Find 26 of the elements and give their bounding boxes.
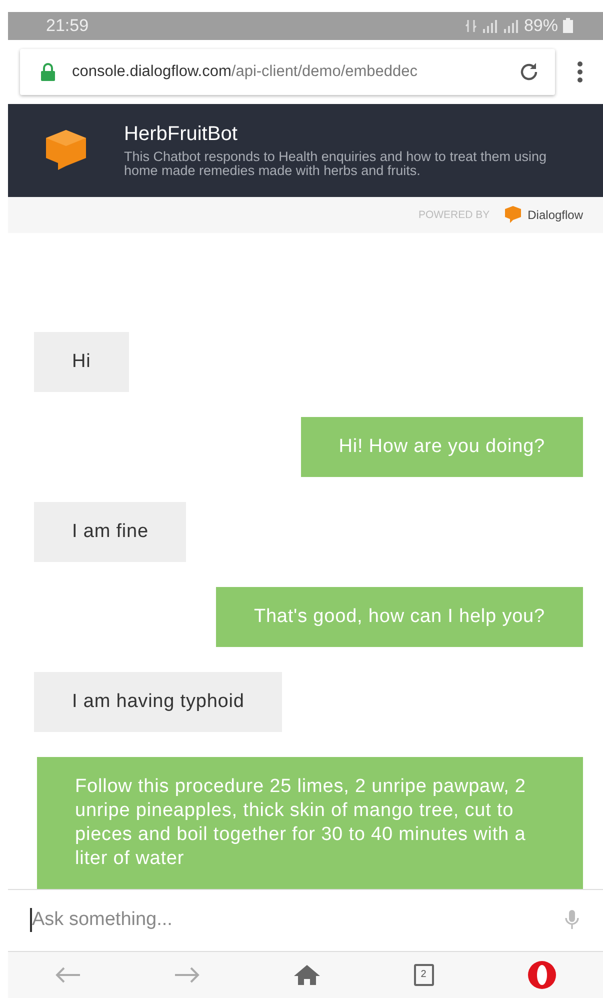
powered-by-label: POWERED BY [418,208,490,221]
signal-icon [502,18,519,33]
dialogflow-logo-icon [504,205,522,224]
clock-time: 21:59 [46,16,89,36]
bot-description: This Chatbot responds to Health enquiries and how to treat them using home made remedies made with herbs and fruits. [124,150,548,178]
bot-name: HerbFruitBot [124,122,238,146]
bot-message: That's good, how can I help you? [216,586,583,647]
battery-level: 89% [524,16,558,36]
network-type-icon [464,18,477,33]
chat-cube-icon [44,128,88,172]
user-message: Hi [34,332,129,392]
lock-icon [40,62,56,81]
url-text: console.dialogflow.com/api-client/demo/embeddec [72,62,419,81]
home-icon[interactable] [292,964,320,986]
battery-icon [563,18,573,34]
signal-icon [482,18,498,33]
brand-name: Dialogflow [528,208,583,222]
opera-logo-icon[interactable] [526,960,556,990]
tabs-button[interactable]: 2 [414,964,434,986]
menu-icon[interactable] [577,60,583,83]
input-field[interactable]: Ask something... [30,908,565,932]
address-bar[interactable]: console.dialogflow.com/api-client/demo/embeddec [20,48,555,95]
bot-message: Hi! How are you doing? [300,416,583,477]
user-message: I am fine [34,502,186,562]
user-message: I am having typhoid [34,672,282,732]
bot-message: Follow this procedure 25 limes, 2 unripe pawpaw, 2 unripe pineapples, thick skin of mango tree, cut to pieces and boil together for 30 to 40 minutes with a liter of water [37,756,583,889]
